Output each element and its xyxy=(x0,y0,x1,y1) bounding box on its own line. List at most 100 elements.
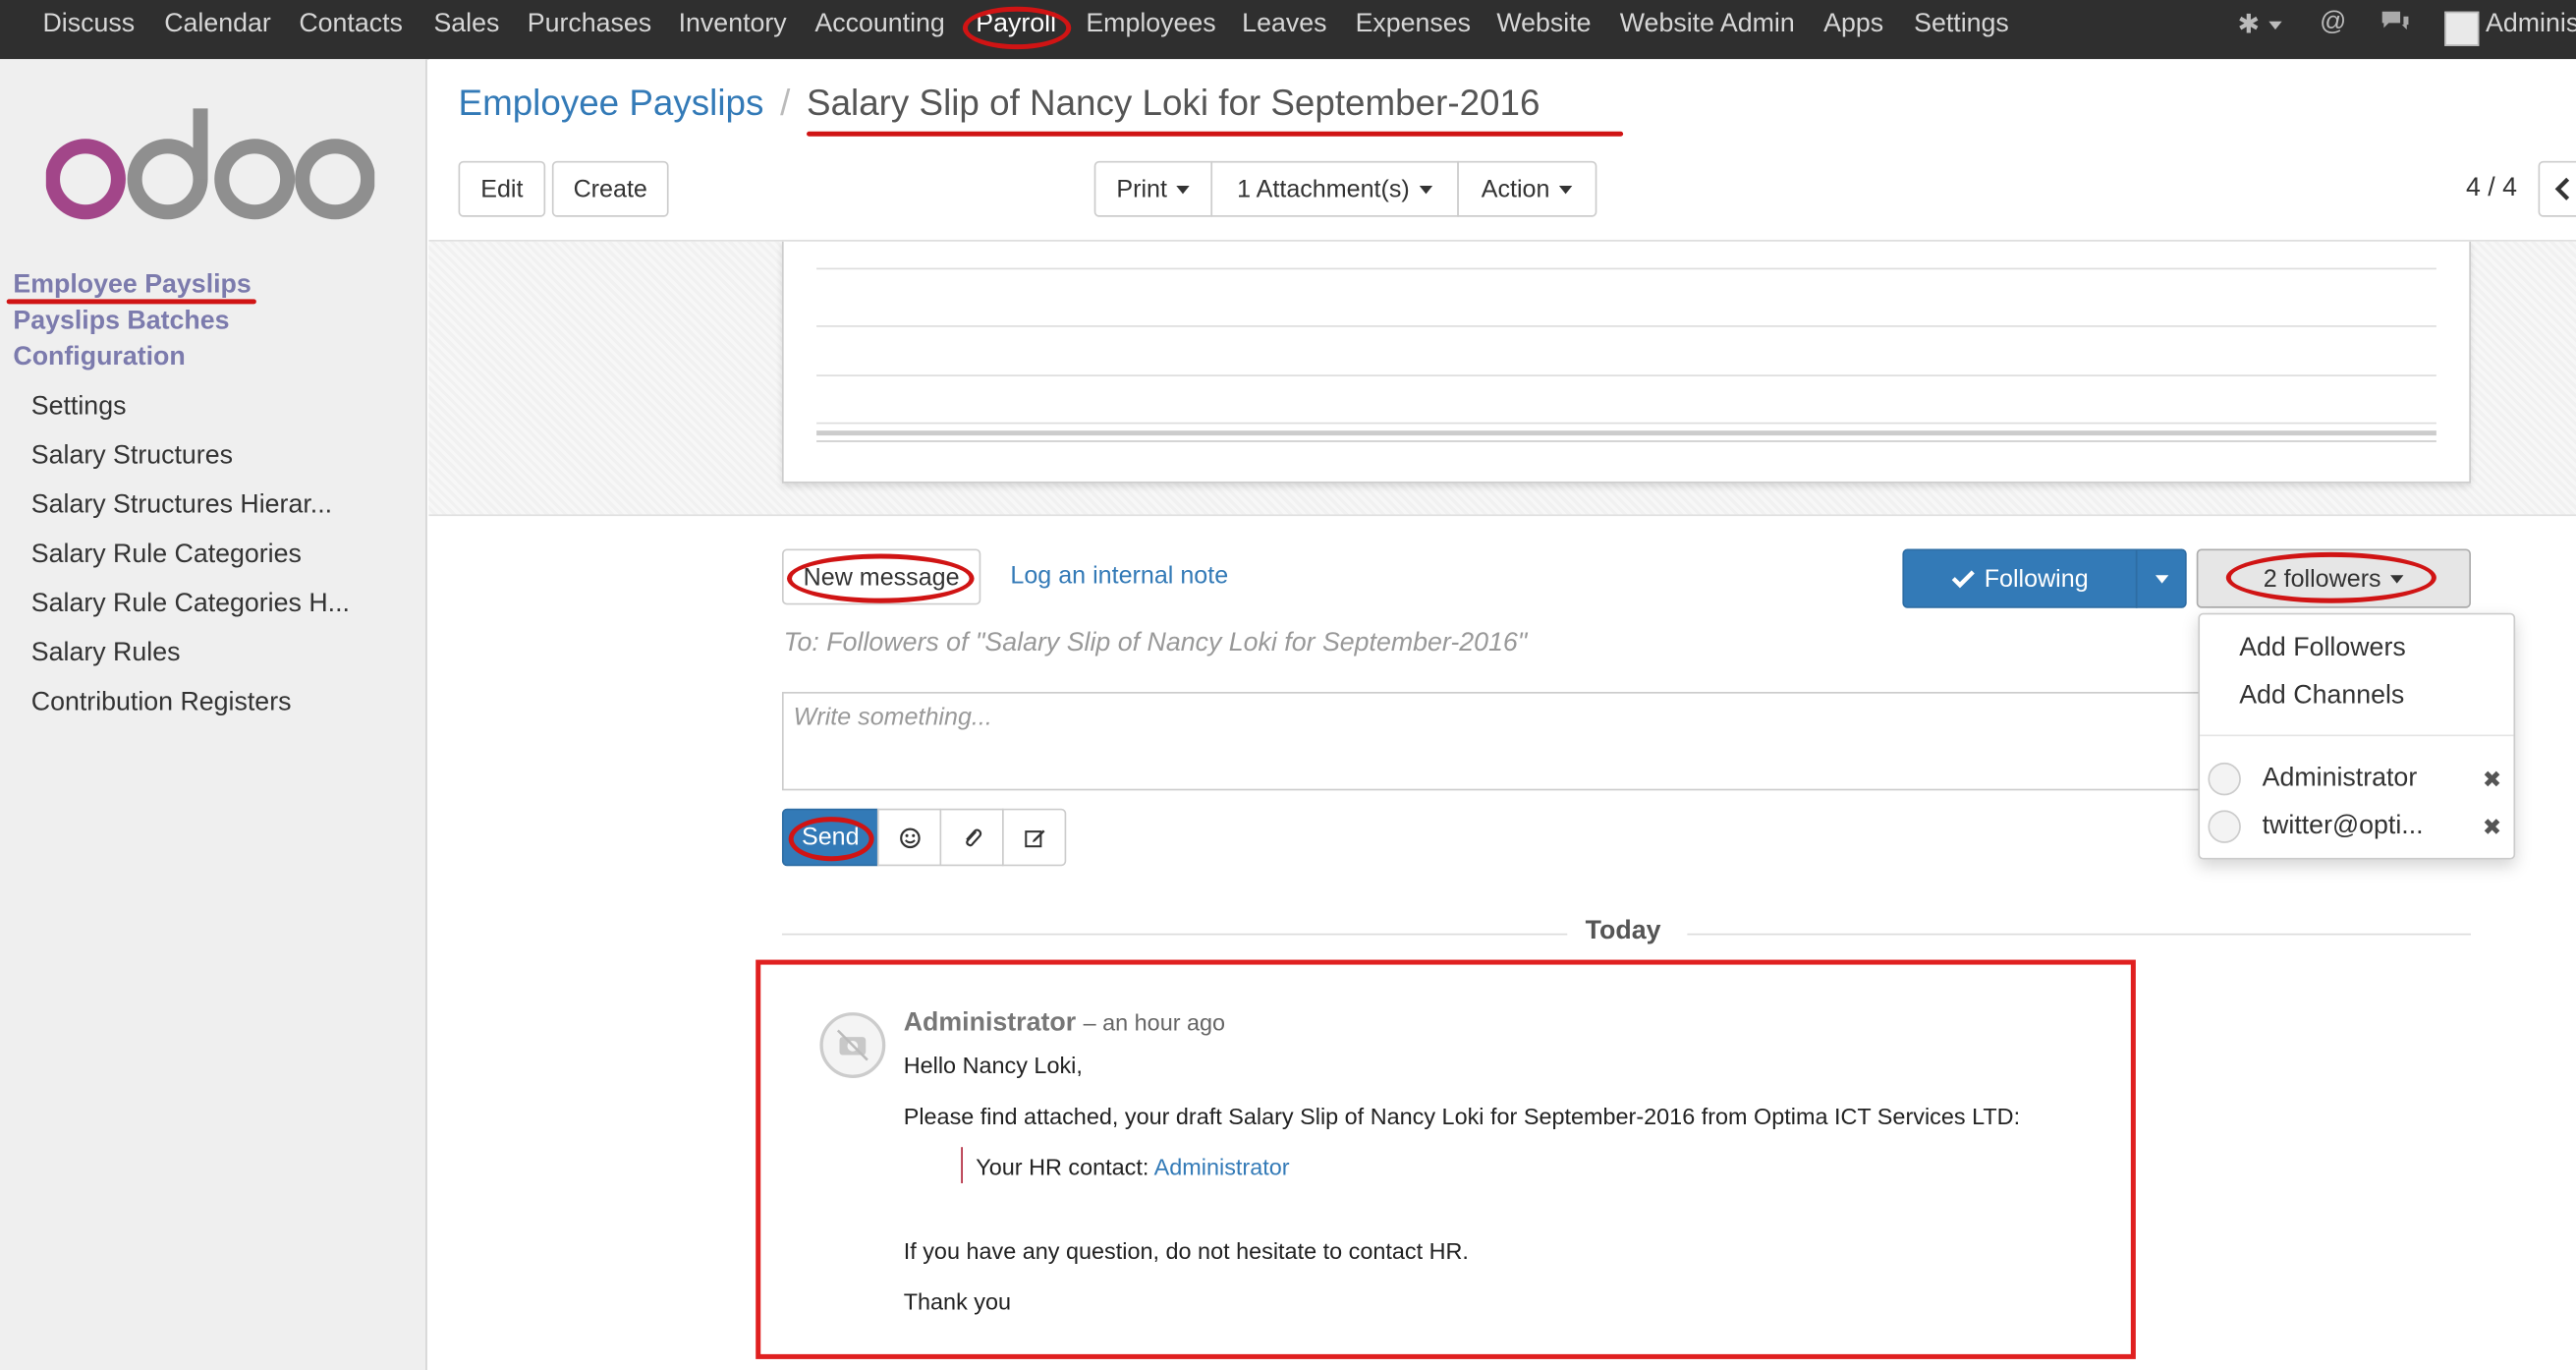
full-composer-button[interactable] xyxy=(1002,808,1067,867)
remove-follower-icon[interactable]: ✖ xyxy=(2483,815,2502,841)
sidebar-item-salary-structures[interactable]: Salary Structures xyxy=(31,442,233,472)
author-name[interactable]: Administrator xyxy=(904,1009,1076,1037)
employee-payslips-annotation xyxy=(6,299,256,305)
bug-icon[interactable]: ✱ xyxy=(2238,8,2283,40)
user-avatar[interactable] xyxy=(2444,11,2480,46)
add-channels-item[interactable]: Add Channels xyxy=(2239,682,2404,712)
send-annotation xyxy=(788,817,874,862)
menu-employees[interactable]: Employees xyxy=(1086,10,1215,39)
followers-annotation xyxy=(2225,551,2436,603)
menu-contacts[interactable]: Contacts xyxy=(299,10,403,39)
remove-follower-icon[interactable]: ✖ xyxy=(2483,768,2502,794)
sidebar-section-payslips-batches[interactable]: Payslips Batches xyxy=(13,308,229,337)
sidebar-item-salary-structures-hierarchy[interactable]: Salary Structures Hierar... xyxy=(31,491,332,521)
user-menu[interactable]: Adminis xyxy=(2486,10,2576,39)
chevron-down-icon xyxy=(1419,185,1433,194)
message-question: If you have any question, do not hesitat… xyxy=(903,1237,1469,1264)
form-line xyxy=(816,325,2436,327)
chevron-down-icon xyxy=(2155,574,2168,583)
menu-website[interactable]: Website xyxy=(1496,10,1591,39)
form-line xyxy=(816,374,2436,376)
payroll-annotation-ring xyxy=(962,6,1072,50)
author-avatar[interactable] xyxy=(819,1012,886,1078)
pager-value[interactable]: 4 / 4 xyxy=(2466,174,2517,203)
message-body: Please find attached, your draft Salary … xyxy=(903,1103,2021,1129)
today-divider-right xyxy=(1687,933,2471,936)
breadcrumb-current: Salary Slip of Nancy Loki for September-… xyxy=(807,82,1540,124)
emoji-button[interactable] xyxy=(876,808,942,867)
print-label: Print xyxy=(1116,175,1167,203)
sidebar-item-contribution-registers[interactable]: Contribution Registers xyxy=(31,689,292,718)
menu-calendar[interactable]: Calendar xyxy=(164,10,271,39)
follower-twitter[interactable]: twitter@opti... xyxy=(2263,812,2424,841)
form-line xyxy=(816,267,2436,270)
sidebar-section-employee-payslips[interactable]: Employee Payslips xyxy=(13,271,251,301)
follower-administrator[interactable]: Administrator xyxy=(2263,765,2418,794)
sidebar-item-salary-rule-categories-hierarchy[interactable]: Salary Rule Categories H... xyxy=(31,590,350,619)
mention-icon[interactable]: @ xyxy=(2320,8,2346,37)
attachments-label: 1 Attachment(s) xyxy=(1237,175,1410,203)
edit-button[interactable]: Edit xyxy=(458,160,546,217)
message-time: – an hour ago xyxy=(1083,1008,1226,1036)
breadcrumb-separator: / xyxy=(780,82,791,124)
action-label: Action xyxy=(1481,175,1550,203)
recipients-line: To: Followers of "Salary Slip of Nancy L… xyxy=(783,629,1528,657)
attachments-button[interactable]: 1 Attachment(s) xyxy=(1210,160,1459,217)
menu-discuss[interactable]: Discuss xyxy=(42,10,135,39)
sidebar-section-configuration: Configuration xyxy=(13,343,186,371)
log-note-link[interactable]: Log an internal note xyxy=(1010,562,1228,590)
chevron-down-icon xyxy=(1177,185,1191,194)
sidebar-item-salary-rules[interactable]: Salary Rules xyxy=(31,639,181,668)
message-closing: Thank you xyxy=(903,1288,1012,1315)
menu-expenses[interactable]: Expenses xyxy=(1356,10,1471,39)
print-button[interactable]: Print xyxy=(1093,160,1213,217)
breadcrumb: Employee Payslips / Salary Slip of Nancy L… xyxy=(459,83,1540,125)
action-button[interactable]: Action xyxy=(1457,160,1597,217)
hr-contact-label: Your HR contact: xyxy=(976,1153,1149,1180)
edit-icon xyxy=(1024,828,1044,847)
breadcrumb-employee-payslips[interactable]: Employee Payslips xyxy=(459,83,764,124)
following-button[interactable]: Following xyxy=(1902,548,2138,608)
message-author[interactable]: Administrator – an hour ago xyxy=(904,1009,1225,1039)
chat-icon[interactable] xyxy=(2379,8,2411,45)
menu-apps[interactable]: Apps xyxy=(1823,10,1883,39)
dropdown-divider xyxy=(2200,734,2514,737)
pager-previous-button[interactable] xyxy=(2538,160,2576,217)
hr-contact: Your HR contact: Administrator xyxy=(976,1154,1289,1180)
top-navbar: Discuss Calendar Contacts Sales Purchase… xyxy=(0,0,2576,60)
sidebar-item-salary-rule-categories[interactable]: Salary Rule Categories xyxy=(31,541,302,570)
following-label: Following xyxy=(1984,564,2089,593)
form-line xyxy=(816,440,2436,442)
sidebar-item-settings[interactable]: Settings xyxy=(31,393,127,423)
add-followers-item[interactable]: Add Followers xyxy=(2239,634,2406,663)
control-panel: Employee Payslips / Salary Slip of Nancy L… xyxy=(428,59,2576,242)
message-greeting: Hello Nancy Loki, xyxy=(903,1052,1083,1078)
menu-website-admin[interactable]: Website Admin xyxy=(1620,10,1795,39)
chevron-down-icon xyxy=(1559,185,1573,194)
check-icon xyxy=(1951,570,1975,589)
form-sheet xyxy=(781,241,2471,484)
message-thread-item: Administrator – an hour ago Hello Nancy … xyxy=(756,959,2136,1359)
menu-leaves[interactable]: Leaves xyxy=(1242,10,1326,39)
odoo-logo[interactable] xyxy=(45,105,375,223)
attach-button[interactable] xyxy=(939,808,1004,867)
smiley-icon xyxy=(899,827,920,848)
menu-settings[interactable]: Settings xyxy=(1914,10,2009,39)
menu-sales[interactable]: Sales xyxy=(433,10,499,39)
composer-placeholder: Write something... xyxy=(793,703,992,732)
create-button[interactable]: Create xyxy=(551,160,669,217)
chevron-left-icon xyxy=(2554,177,2570,200)
followers-dropdown: Add Followers Add Channels Administrator… xyxy=(2198,612,2516,860)
title-annotation xyxy=(807,131,1624,137)
menu-purchases[interactable]: Purchases xyxy=(528,10,651,39)
following-dropdown-button[interactable] xyxy=(2135,548,2187,608)
message-composer[interactable]: Write something... xyxy=(781,691,2209,791)
paperclip-icon xyxy=(965,828,981,846)
menu-accounting[interactable]: Accounting xyxy=(814,10,944,39)
menu-inventory[interactable]: Inventory xyxy=(679,10,787,39)
today-label: Today xyxy=(1585,917,1661,945)
hr-contact-link[interactable]: Administrator xyxy=(1154,1154,1290,1180)
form-line xyxy=(816,430,2436,436)
form-line xyxy=(816,422,2436,425)
follower-avatar xyxy=(2208,762,2241,796)
